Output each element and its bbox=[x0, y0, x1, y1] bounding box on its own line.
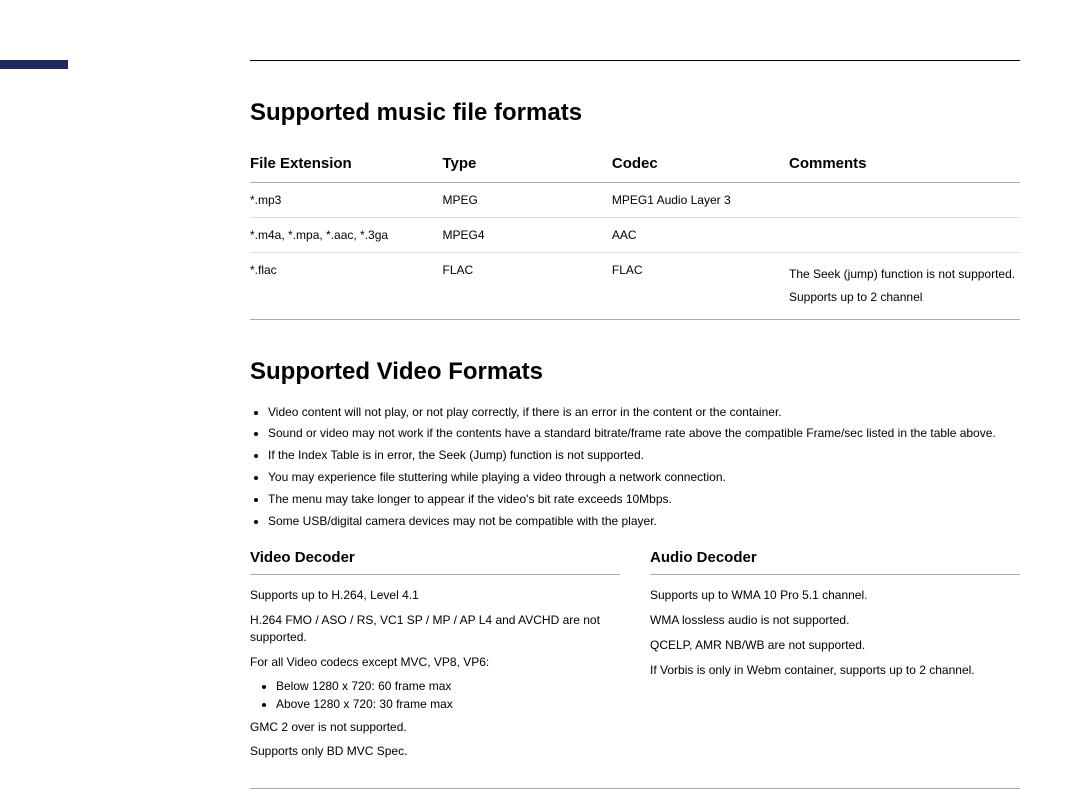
cell-ext: *.m4a, *.mpa, *.aac, *.3ga bbox=[250, 218, 443, 253]
cell-ext: *.flac bbox=[250, 253, 443, 320]
decoder-line: GMC 2 over is not supported. bbox=[250, 719, 620, 736]
note-item: If the Index Table is in error, the Seek… bbox=[268, 447, 1020, 464]
decoder-line: Supports up to WMA 10 Pro 5.1 channel. bbox=[650, 587, 1020, 604]
video-decoder-heading: Video Decoder bbox=[250, 549, 620, 575]
col-header-extension: File Extension bbox=[250, 145, 443, 183]
cell-comments bbox=[789, 183, 1020, 218]
note-item: The menu may take longer to appear if th… bbox=[268, 491, 1020, 508]
side-accent-bar bbox=[0, 60, 68, 69]
music-formats-heading: Supported music file formats bbox=[250, 99, 1020, 127]
table-row: *.m4a, *.mpa, *.aac, *.3ga MPEG4 AAC bbox=[250, 218, 1020, 253]
note-item: You may experience file stuttering while… bbox=[268, 469, 1020, 486]
cell-codec: FLAC bbox=[612, 253, 789, 320]
note-item: Video content will not play, or not play… bbox=[268, 404, 1020, 421]
col-header-type: Type bbox=[443, 145, 612, 183]
decoder-bullet: Above 1280 x 720: 30 frame max bbox=[276, 697, 620, 711]
col-header-comments: Comments bbox=[789, 145, 1020, 183]
top-rule bbox=[250, 60, 1020, 61]
cell-type: MPEG4 bbox=[443, 218, 612, 253]
cell-type: FLAC bbox=[443, 253, 612, 320]
note-item: Some USB/digital camera devices may not … bbox=[268, 513, 1020, 530]
decoder-line: H.264 FMO / ASO / RS, VC1 SP / MP / AP L… bbox=[250, 612, 620, 646]
comment-line: Supports up to 2 channel bbox=[789, 286, 1020, 309]
cell-codec: AAC bbox=[612, 218, 789, 253]
decoder-line: Supports only BD MVC Spec. bbox=[250, 743, 620, 760]
video-formats-heading: Supported Video Formats bbox=[250, 358, 1020, 386]
decoder-line: QCELP, AMR NB/WB are not supported. bbox=[650, 637, 1020, 654]
table-row: *.flac FLAC FLAC The Seek (jump) functio… bbox=[250, 253, 1020, 320]
decoder-line: WMA lossless audio is not supported. bbox=[650, 612, 1020, 629]
note-item: Sound or video may not work if the conte… bbox=[268, 425, 1020, 442]
cell-ext: *.mp3 bbox=[250, 183, 443, 218]
audio-decoder-heading: Audio Decoder bbox=[650, 549, 1020, 575]
col-header-codec: Codec bbox=[612, 145, 789, 183]
video-decoder-column: Video Decoder Supports up to H.264, Leve… bbox=[250, 549, 620, 768]
audio-decoder-column: Audio Decoder Supports up to WMA 10 Pro … bbox=[650, 549, 1020, 768]
page-content: Supported music file formats File Extens… bbox=[250, 60, 1020, 789]
cell-codec: MPEG1 Audio Layer 3 bbox=[612, 183, 789, 218]
music-formats-table: File Extension Type Codec Comments *.mp3… bbox=[250, 145, 1020, 320]
decoder-sublist: Below 1280 x 720: 60 frame max Above 128… bbox=[250, 679, 620, 711]
video-notes-list: Video content will not play, or not play… bbox=[250, 404, 1020, 530]
decoder-line: For all Video codecs except MVC, VP8, VP… bbox=[250, 654, 620, 671]
cell-comments: The Seek (jump) function is not supporte… bbox=[789, 253, 1020, 320]
decoder-line: If Vorbis is only in Webm container, sup… bbox=[650, 662, 1020, 679]
cell-comments bbox=[789, 218, 1020, 253]
decoder-section: Video Decoder Supports up to H.264, Leve… bbox=[250, 549, 1020, 789]
decoder-bullet: Below 1280 x 720: 60 frame max bbox=[276, 679, 620, 693]
decoder-line: Supports up to H.264, Level 4.1 bbox=[250, 587, 620, 604]
comment-line: The Seek (jump) function is not supporte… bbox=[789, 263, 1020, 286]
cell-type: MPEG bbox=[443, 183, 612, 218]
table-row: *.mp3 MPEG MPEG1 Audio Layer 3 bbox=[250, 183, 1020, 218]
